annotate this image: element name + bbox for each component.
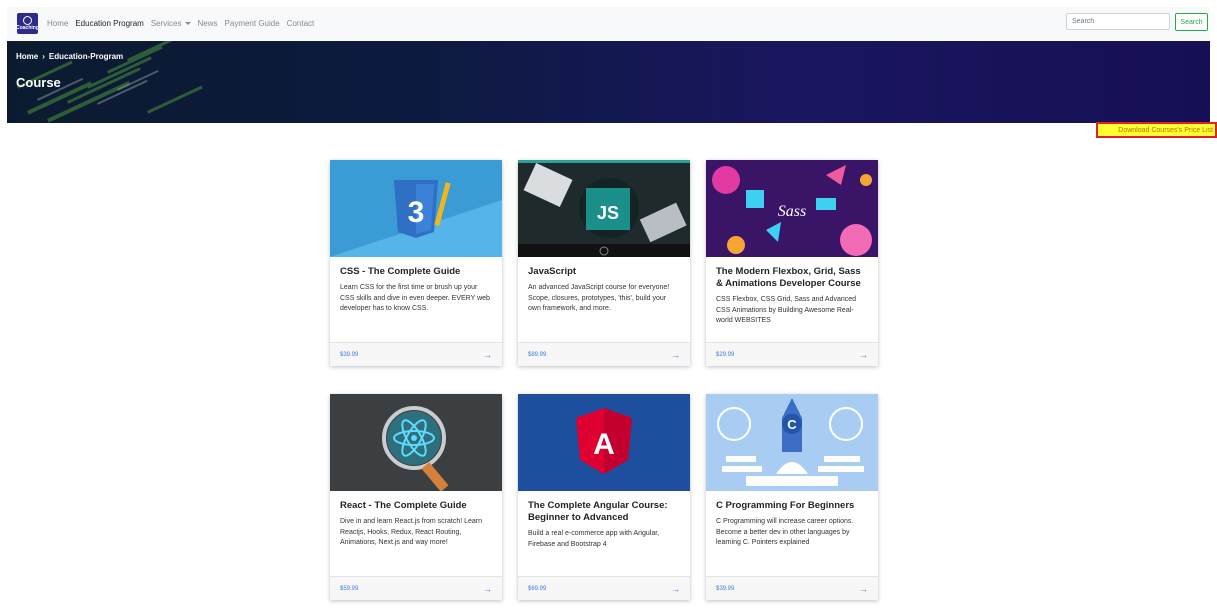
card-title[interactable]: The Complete Angular Course: Beginner to… — [528, 500, 680, 524]
card-description: An advanced JavaScript course for everyo… — [528, 284, 670, 312]
navbar: Coaching Home Education Program Services… — [7, 7, 1210, 40]
course-card-react[interactable]: React - The Complete Guide Dive in and l… — [330, 394, 502, 600]
card-footer: $39.99 → — [706, 576, 878, 600]
card-footer: $69.99 → — [518, 576, 690, 600]
svg-text:Sass: Sass — [778, 203, 806, 220]
card-image: C — [706, 394, 878, 491]
nav-services-label: Services — [150, 19, 182, 28]
course-card-css[interactable]: 3 CSS - The Complete Guide Learn CSS for… — [330, 160, 502, 366]
nav-home[interactable]: Home — [47, 19, 68, 28]
card-price: $69.99 — [528, 585, 547, 592]
arrow-right-icon[interactable]: → — [859, 350, 868, 360]
logo-text: Coaching — [16, 25, 39, 31]
javascript-logo-icon: JS — [518, 160, 690, 257]
card-image: Sass — [706, 160, 878, 257]
download-price-list-link[interactable]: Download Courses's Price List — [1096, 122, 1217, 138]
card-title[interactable]: The Modern Flexbox, Grid, Sass & Animati… — [716, 266, 868, 290]
page-title: Course — [16, 75, 61, 90]
arrow-right-icon[interactable]: → — [671, 350, 680, 360]
card-description: Learn CSS for the first time or brush up… — [340, 284, 490, 312]
card-title[interactable]: React - The Complete Guide — [340, 500, 492, 512]
card-body: C Programming For Beginners C Programmin… — [706, 491, 878, 576]
nav-links: Home Education Program Services News Pay… — [47, 19, 321, 28]
svg-text:JS: JS — [597, 203, 619, 223]
search-button[interactable]: Search — [1175, 13, 1208, 31]
breadcrumb: Home › Education-Program — [16, 52, 123, 61]
arrow-right-icon[interactable]: → — [483, 350, 492, 360]
course-card-flexbox-sass[interactable]: Sass The Modern Flexbox, Grid, Sass & An… — [706, 160, 878, 366]
angular-logo-icon: A — [518, 394, 690, 491]
arrow-right-icon[interactable]: → — [483, 584, 492, 594]
card-footer: $39.99 → — [330, 342, 502, 366]
card-image: A — [518, 394, 690, 491]
card-body: The Modern Flexbox, Grid, Sass & Animati… — [706, 257, 878, 342]
card-title[interactable]: C Programming For Beginners — [716, 500, 868, 512]
card-body: React - The Complete Guide Dive in and l… — [330, 491, 502, 576]
card-footer: $89.99 → — [518, 342, 690, 366]
svg-text:3: 3 — [408, 196, 425, 229]
c-programming-rocket-icon: C — [706, 394, 878, 491]
course-card-angular[interactable]: A The Complete Angular Course: Beginner … — [518, 394, 690, 600]
card-body: JavaScript An advanced JavaScript course… — [518, 257, 690, 342]
chevron-right-icon: › — [42, 52, 45, 61]
arrow-right-icon[interactable]: → — [671, 584, 680, 594]
brand-logo[interactable]: Coaching — [16, 13, 39, 34]
card-footer: $29.99 → — [706, 342, 878, 366]
breadcrumb-home[interactable]: Home — [16, 52, 38, 61]
card-description: Build a real e-commerce app with Angular… — [528, 530, 660, 548]
card-price: $39.99 — [340, 351, 359, 358]
card-description: Dive in and learn React.js from scratch!… — [340, 518, 483, 546]
arrow-right-icon[interactable]: → — [859, 584, 868, 594]
card-body: The Complete Angular Course: Beginner to… — [518, 491, 690, 576]
page-banner: Home › Education-Program Course — [7, 41, 1210, 123]
nav-payment-guide[interactable]: Payment Guide — [225, 19, 280, 28]
breadcrumb-current: Education-Program — [48, 52, 124, 61]
chevron-down-icon — [184, 22, 191, 26]
card-image: 3 — [330, 160, 502, 257]
card-image — [330, 394, 502, 491]
svg-text:A: A — [593, 428, 615, 461]
card-footer: $59.99 → — [330, 576, 502, 600]
card-title[interactable]: JavaScript — [528, 266, 680, 278]
react-logo-icon — [330, 394, 502, 491]
css3-logo-icon: 3 — [330, 160, 502, 257]
card-description: C Programming will increase career optio… — [716, 518, 854, 546]
card-price: $89.99 — [528, 351, 547, 358]
sass-logo-icon: Sass — [706, 160, 878, 257]
nav-contact[interactable]: Contact — [287, 19, 315, 28]
course-card-c-programming[interactable]: C C Programming For Beginners C Programm… — [706, 394, 878, 600]
course-card-javascript[interactable]: JS JavaScript An advanced JavaScript cou… — [518, 160, 690, 366]
search-input[interactable] — [1066, 13, 1170, 30]
card-price: $29.99 — [716, 351, 735, 358]
card-body: CSS - The Complete Guide Learn CSS for t… — [330, 257, 502, 342]
card-price: $59.99 — [340, 585, 359, 592]
card-image: JS — [518, 160, 690, 257]
nav-services[interactable]: Services — [151, 19, 191, 28]
card-description: CSS Flexbox, CSS Grid, Sass and Advanced… — [716, 296, 857, 324]
nav-news[interactable]: News — [198, 19, 218, 28]
svg-text:C: C — [787, 417, 797, 432]
logo-ring-icon — [23, 16, 32, 25]
card-price: $39.99 — [716, 585, 735, 592]
card-title[interactable]: CSS - The Complete Guide — [340, 266, 492, 278]
nav-education-program[interactable]: Education Program — [75, 19, 143, 28]
